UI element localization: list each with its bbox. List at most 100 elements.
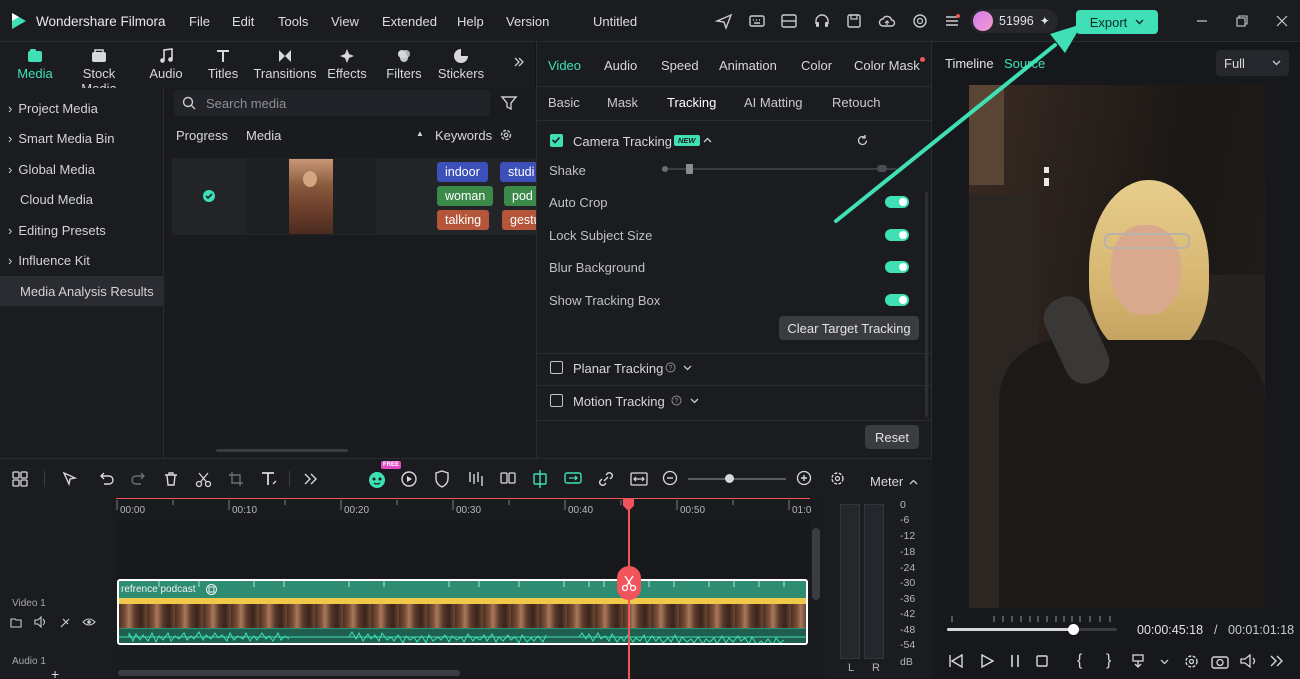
- subtab-tracking[interactable]: Tracking: [667, 95, 716, 110]
- media-thumbnail[interactable]: [246, 159, 376, 234]
- add-track-icon[interactable]: +: [51, 666, 59, 679]
- pause-icon[interactable]: [1008, 654, 1022, 668]
- zoom-out-icon[interactable]: [662, 470, 678, 486]
- undo-icon[interactable]: [97, 471, 115, 487]
- menu-file[interactable]: File: [189, 14, 210, 29]
- playhead-split-button[interactable]: [617, 566, 641, 600]
- time-ruler[interactable]: 00:00 00:10 00:20 00:30 00:40 00:50 01:0: [116, 498, 811, 520]
- select-tool-icon[interactable]: [61, 470, 79, 488]
- subtab-mask[interactable]: Mask: [607, 95, 638, 110]
- keyword-tag[interactable]: talking: [437, 210, 490, 230]
- sidebar-item-smart-media-bin[interactable]: › Smart Media Bin: [0, 123, 163, 153]
- tab-stickers[interactable]: Stickers: [426, 46, 496, 81]
- cloud-upload-icon[interactable]: [878, 12, 896, 30]
- beat-sync-icon[interactable]: [467, 470, 485, 488]
- col-keywords[interactable]: Keywords: [435, 128, 492, 143]
- magnet-link-icon[interactable]: [563, 470, 583, 488]
- clear-target-tracking-button[interactable]: Clear Target Tracking: [779, 316, 919, 340]
- mark-out-icon[interactable]: }: [1106, 652, 1111, 670]
- insert-icon[interactable]: [1131, 654, 1147, 668]
- subtab-basic[interactable]: Basic: [548, 95, 580, 110]
- tab-timeline-view[interactable]: Timeline: [945, 56, 994, 71]
- video-preview[interactable]: [969, 85, 1265, 608]
- keyword-tag[interactable]: woman: [437, 186, 494, 206]
- search-input[interactable]: Search media: [174, 90, 490, 116]
- split-view-icon[interactable]: [499, 470, 517, 488]
- timeline-h-scrollbar[interactable]: [118, 670, 460, 676]
- menu-list-icon[interactable]: [943, 12, 961, 30]
- more-tools-icon[interactable]: [304, 473, 318, 485]
- sidebar-item-media-analysis-results[interactable]: Media Analysis Results: [0, 276, 163, 306]
- subtab-retouch[interactable]: Retouch: [832, 95, 880, 110]
- scissors-icon[interactable]: [195, 471, 212, 488]
- tab-color-mask[interactable]: Color Mask: [854, 58, 920, 73]
- chevron-down-icon[interactable]: [1160, 659, 1169, 665]
- lock-icon[interactable]: [59, 616, 71, 628]
- quality-select[interactable]: Full: [1216, 50, 1289, 76]
- timeline-v-scrollbar[interactable]: [812, 528, 820, 600]
- tab-video[interactable]: Video: [548, 58, 581, 73]
- menu-version[interactable]: Version: [506, 14, 549, 29]
- col-progress[interactable]: Progress: [176, 128, 228, 143]
- show-box-toggle[interactable]: [885, 294, 909, 306]
- more-tabs-icon[interactable]: [513, 56, 525, 68]
- keyboard-icon[interactable]: [748, 12, 766, 30]
- tab-media[interactable]: Media: [0, 46, 70, 81]
- redo-icon[interactable]: [130, 471, 148, 487]
- tab-titles[interactable]: Titles: [188, 46, 258, 81]
- keyword-tag[interactable]: studi: [500, 162, 536, 182]
- menu-edit[interactable]: Edit: [232, 14, 254, 29]
- tab-color[interactable]: Color: [801, 58, 832, 73]
- fullscreen-icon[interactable]: [1270, 655, 1284, 667]
- layout-grid-icon[interactable]: [12, 471, 28, 487]
- auto-crop-toggle[interactable]: [885, 196, 909, 208]
- mark-in-icon[interactable]: {: [1077, 652, 1082, 670]
- snapshot-camera-icon[interactable]: [1211, 654, 1229, 669]
- sort-asc-icon[interactable]: ▲: [416, 129, 424, 138]
- add-folder-icon[interactable]: [10, 616, 22, 628]
- fit-to-screen-icon[interactable]: [630, 470, 648, 488]
- menu-extended[interactable]: Extended: [382, 14, 437, 29]
- chevron-down-icon[interactable]: [683, 365, 692, 371]
- subtab-ai-matting[interactable]: AI Matting: [744, 95, 803, 110]
- volume-icon[interactable]: [1240, 654, 1258, 668]
- sidebar-item-global-media[interactable]: › Global Media: [0, 154, 163, 184]
- auto-reframe-icon[interactable]: [400, 470, 418, 488]
- shake-slider-track[interactable]: [665, 168, 897, 170]
- export-button[interactable]: Export: [1076, 10, 1158, 34]
- sidebar-item-editing-presets[interactable]: › Editing Presets: [0, 215, 163, 245]
- camera-tracking-checkbox[interactable]: [550, 134, 563, 147]
- keyword-tag[interactable]: indoor: [437, 162, 488, 182]
- filter-icon[interactable]: [500, 94, 518, 112]
- save-icon[interactable]: [845, 12, 863, 30]
- headset-icon[interactable]: [813, 12, 831, 30]
- support-icon[interactable]: [911, 12, 929, 30]
- render-settings-icon[interactable]: [1183, 653, 1200, 670]
- playback-progress-track[interactable]: [947, 624, 1117, 635]
- keyword-tag[interactable]: gestu: [502, 210, 536, 230]
- meter-toggle[interactable]: Meter: [870, 474, 918, 489]
- chevron-up-icon[interactable]: [703, 137, 712, 143]
- shake-slider-handle[interactable]: [686, 164, 693, 174]
- help-icon[interactable]: ?: [671, 395, 682, 406]
- zoom-slider-track[interactable]: [688, 478, 786, 480]
- tab-speed[interactable]: Speed: [661, 58, 699, 73]
- menu-help[interactable]: Help: [457, 14, 484, 29]
- tab-audio-props[interactable]: Audio: [604, 58, 637, 73]
- horizontal-scrollbar[interactable]: [216, 449, 348, 452]
- tab-animation[interactable]: Animation: [719, 58, 777, 73]
- blur-bg-toggle[interactable]: [885, 261, 909, 273]
- minimize-icon[interactable]: [1196, 15, 1208, 27]
- tab-source-view[interactable]: Source: [1004, 56, 1045, 71]
- ai-mascot-icon[interactable]: [367, 469, 387, 489]
- step-back-icon[interactable]: [948, 654, 964, 668]
- col-media[interactable]: Media: [246, 128, 281, 143]
- crop-icon[interactable]: [228, 471, 244, 487]
- account-credits[interactable]: 51996 ✦: [970, 9, 1058, 33]
- eye-icon[interactable]: [82, 617, 96, 627]
- keyword-tag[interactable]: pod: [504, 186, 536, 206]
- sidebar-item-project-media[interactable]: › Project Media: [0, 93, 163, 123]
- zoom-in-icon[interactable]: [796, 470, 812, 486]
- planar-tracking-checkbox[interactable]: [550, 361, 563, 374]
- video-clip[interactable]: refrence podcast: [117, 579, 808, 645]
